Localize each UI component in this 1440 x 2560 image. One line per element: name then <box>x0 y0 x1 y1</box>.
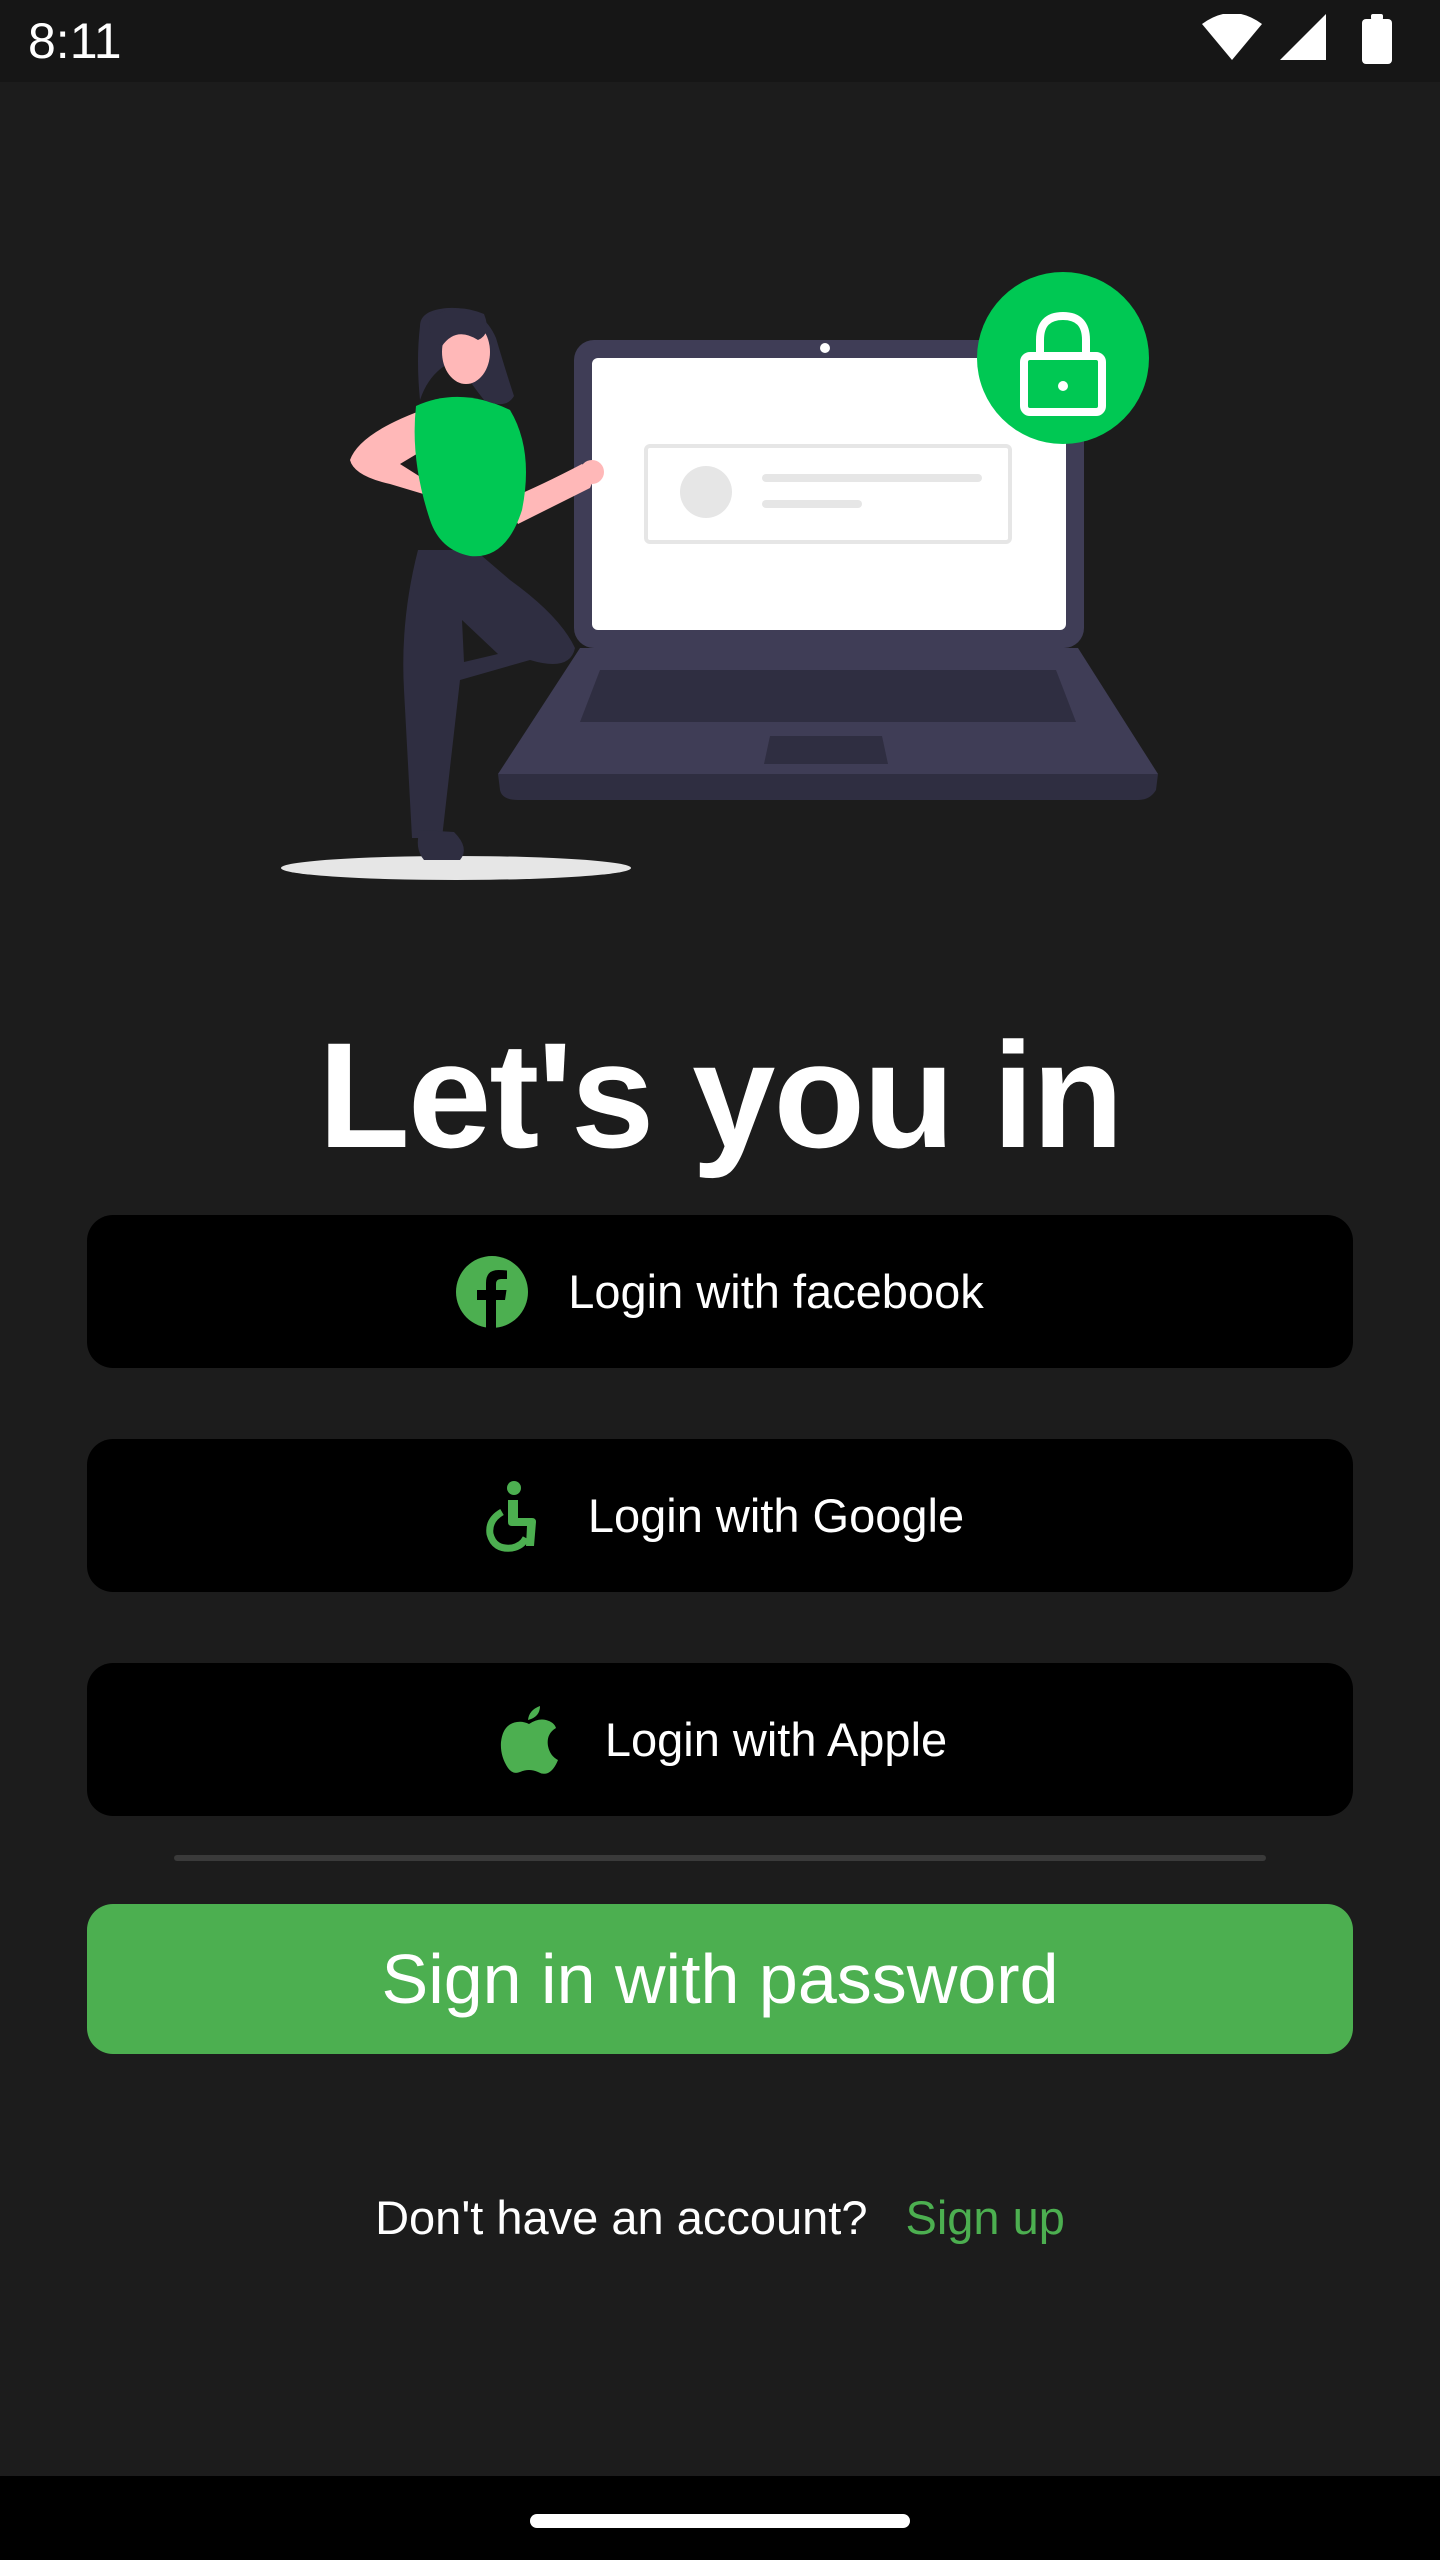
facebook-icon <box>456 1255 529 1328</box>
login-google-label: Login with Google <box>587 1489 965 1542</box>
wifi-icon <box>1202 13 1262 65</box>
login-apple-button[interactable]: Login with Apple <box>87 1663 1353 1816</box>
home-indicator[interactable] <box>530 2514 910 2528</box>
signup-prompt: Don't have an account? <box>375 2191 868 2244</box>
login-google-button[interactable]: Login with Google <box>87 1439 1353 1592</box>
sign-in-with-password-button[interactable]: Sign in with password <box>87 1904 1353 2054</box>
hero-illustration <box>270 260 1170 900</box>
login-facebook-button[interactable]: Login with facebook <box>87 1215 1353 1368</box>
sign-up-link[interactable]: Sign up <box>905 2190 1064 2245</box>
status-time: 8:11 <box>28 13 122 69</box>
page-title: Let's you in <box>318 1011 1123 1179</box>
login-facebook-label: Login with facebook <box>568 1265 984 1318</box>
signup-row: Don't have an account? Sign up <box>0 2190 1440 2245</box>
status-bar: 8:11 <box>0 0 1440 82</box>
accessibility-icon <box>476 1480 548 1552</box>
battery-icon <box>1362 14 1392 69</box>
apple-icon <box>493 1704 565 1776</box>
divider <box>174 1855 1266 1861</box>
navigation-bar <box>0 2476 1440 2560</box>
signal-icon <box>1280 14 1326 65</box>
login-apple-label: Login with Apple <box>604 1713 948 1766</box>
